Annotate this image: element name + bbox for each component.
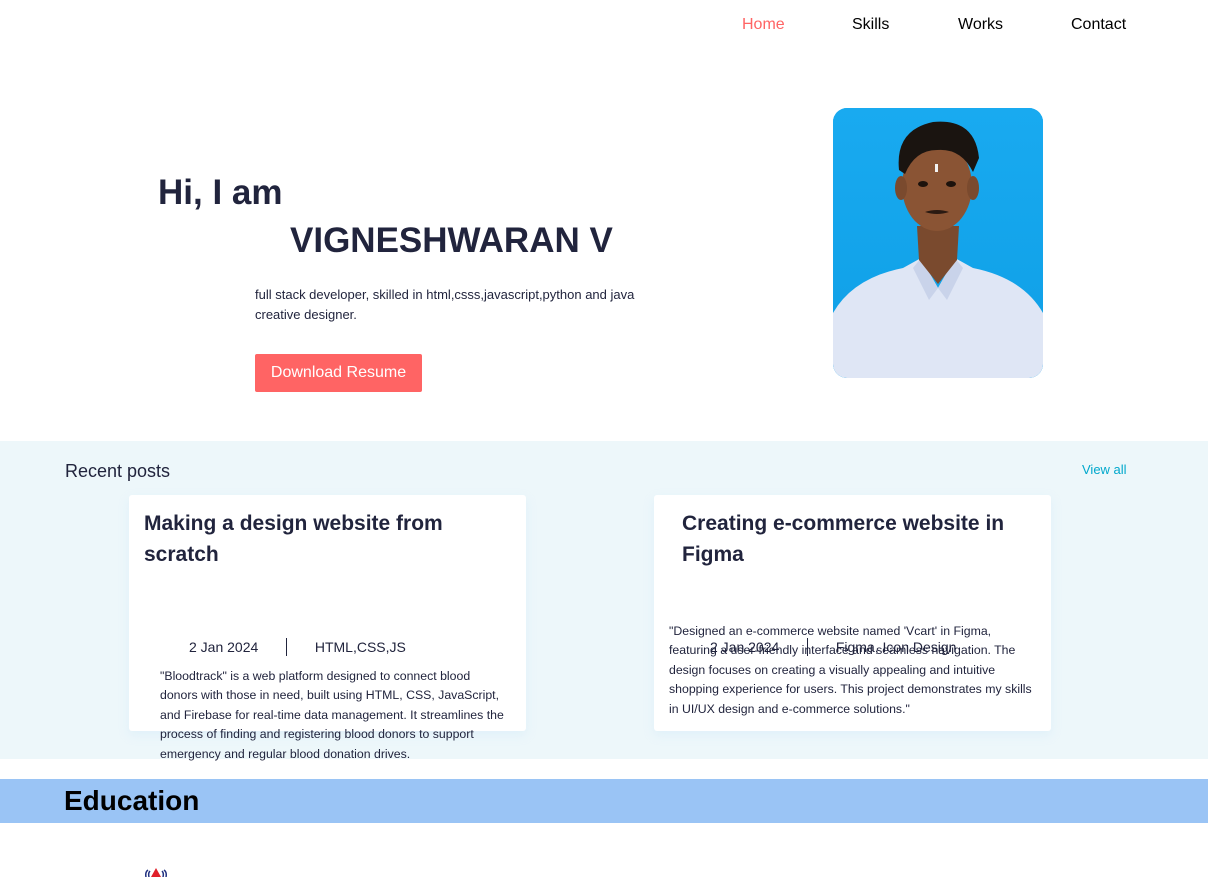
- download-resume-button[interactable]: Download Resume: [255, 354, 422, 392]
- education-title: Education: [64, 785, 200, 816]
- nav-home[interactable]: Home: [742, 14, 785, 36]
- post-tags: HTML,CSS,JS: [314, 639, 406, 655]
- main-nav: Home Skills Works Contact: [0, 14, 1208, 38]
- nav-works[interactable]: Works: [958, 14, 1003, 36]
- college-logo-icon: [145, 868, 167, 877]
- post-card-2[interactable]: Creating e-commerce website in Figma 2 J…: [654, 495, 1051, 731]
- recent-posts-title: Recent posts: [65, 461, 171, 481]
- view-all-link[interactable]: View all: [1082, 462, 1127, 478]
- hero-name: VIGNESHWARAN V: [290, 221, 613, 260]
- post-title: Making a design website from scratch: [144, 512, 443, 566]
- person-portrait-icon: [833, 108, 1043, 378]
- education-header: Education: [0, 779, 1208, 823]
- post-body: "Bloodtrack" is a web platform designed …: [160, 669, 504, 761]
- post-date: 2 Jan 2024: [189, 639, 259, 655]
- nav-contact[interactable]: Contact: [1071, 14, 1126, 36]
- post-title: Creating e-commerce website in Figma: [682, 512, 1005, 566]
- meta-divider: [286, 638, 288, 656]
- profile-photo: [833, 108, 1043, 378]
- hero-greeting: Hi, I am: [158, 173, 283, 212]
- post-body: "Designed an e-commerce website named 'V…: [669, 624, 1032, 716]
- nav-skills[interactable]: Skills: [852, 14, 889, 36]
- hero-description: full stack developer, skilled in html,cs…: [255, 287, 635, 322]
- post-card-1[interactable]: Making a design website from scratch 2 J…: [129, 495, 526, 761]
- recent-posts-section: Recent posts View all Making a design we…: [0, 441, 1208, 761]
- post-meta: 2 Jan 2024 HTML,CSS,JS: [189, 638, 406, 656]
